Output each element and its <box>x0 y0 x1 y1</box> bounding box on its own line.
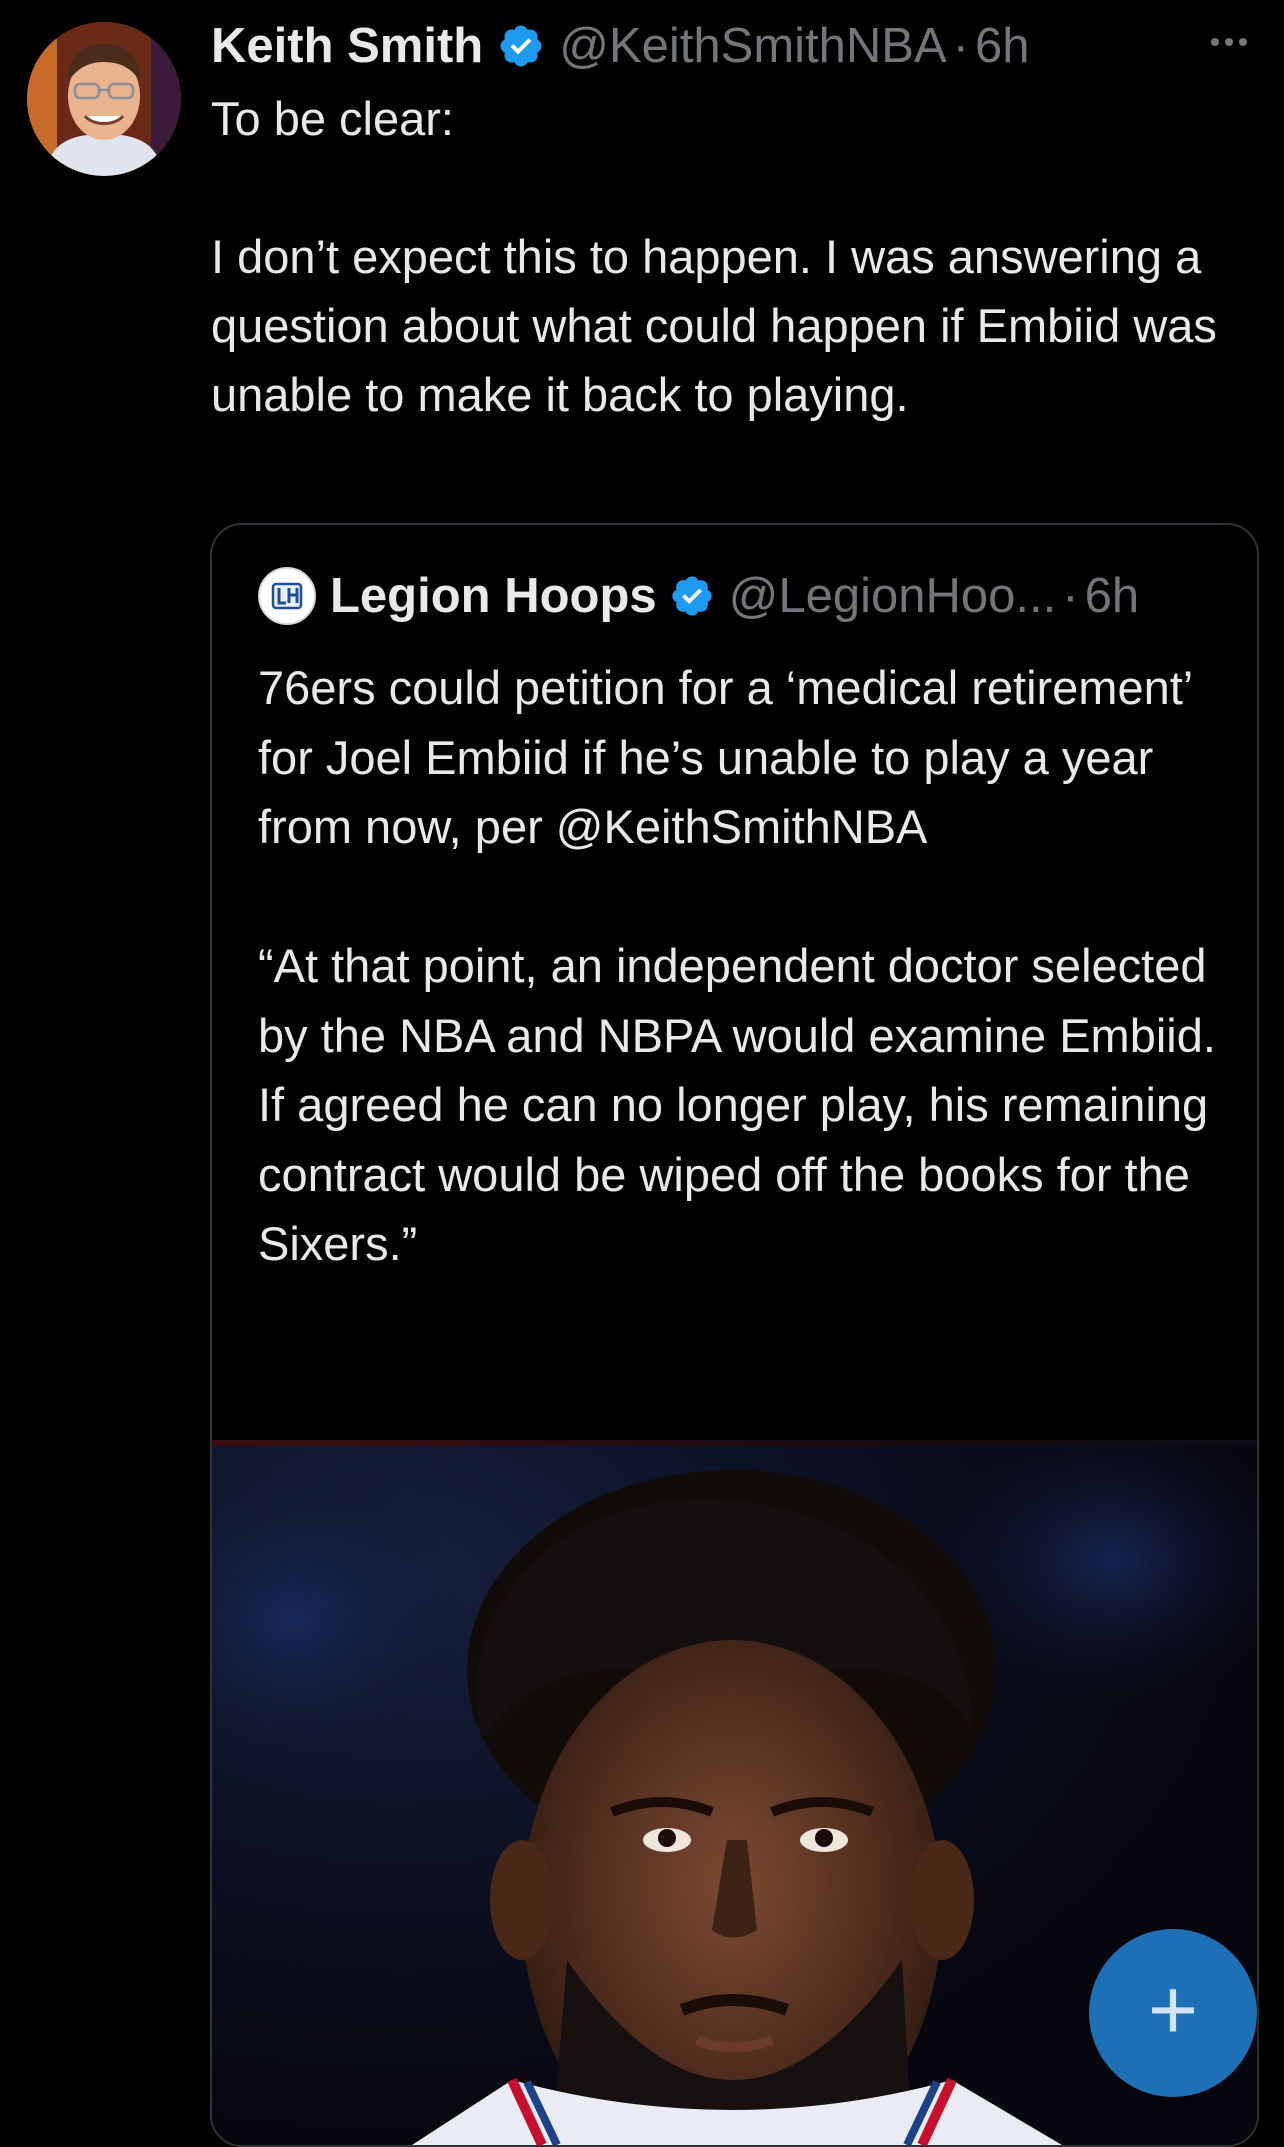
author-name[interactable]: Keith Smith <box>211 18 483 74</box>
quoted-tweet[interactable]: Legion Hoops @LegionHoo... · 6h 76ers co… <box>210 523 1259 2147</box>
compose-button[interactable]: + <box>1089 1929 1257 2097</box>
tweet[interactable]: Keith Smith @KeithSmithNBA · 6h To be cl… <box>0 0 1284 2147</box>
quoted-author-avatar[interactable] <box>258 567 316 625</box>
author-handle[interactable]: @KeithSmithNBA <box>559 18 946 74</box>
separator-dot: · <box>1062 569 1079 623</box>
separator-dot: · <box>952 19 969 73</box>
verified-badge-icon <box>500 25 542 67</box>
tweet-time[interactable]: 6h <box>975 18 1030 74</box>
tweet-text: To be clear: I don’t expect this to happ… <box>211 92 1217 421</box>
author-avatar-image <box>27 22 181 176</box>
tweet-header: Keith Smith @KeithSmithNBA · 6h <box>211 14 1030 78</box>
quoted-tweet-header: Legion Hoops @LegionHoo... · 6h <box>258 567 1139 625</box>
quoted-author-handle[interactable]: @LegionHoo... <box>729 568 1057 624</box>
quoted-tweet-text: 76ers could petition for a ‘medical reti… <box>258 661 1216 1270</box>
more-options-icon[interactable] <box>1205 24 1253 60</box>
legion-hoops-logo-icon <box>271 582 303 610</box>
author-avatar[interactable] <box>27 22 181 176</box>
compose-plus-icon: + <box>1147 1962 1199 2058</box>
quoted-author-name[interactable]: Legion Hoops <box>330 568 657 624</box>
verified-badge-icon <box>671 576 712 616</box>
quoted-tweet-time[interactable]: 6h <box>1085 568 1140 624</box>
